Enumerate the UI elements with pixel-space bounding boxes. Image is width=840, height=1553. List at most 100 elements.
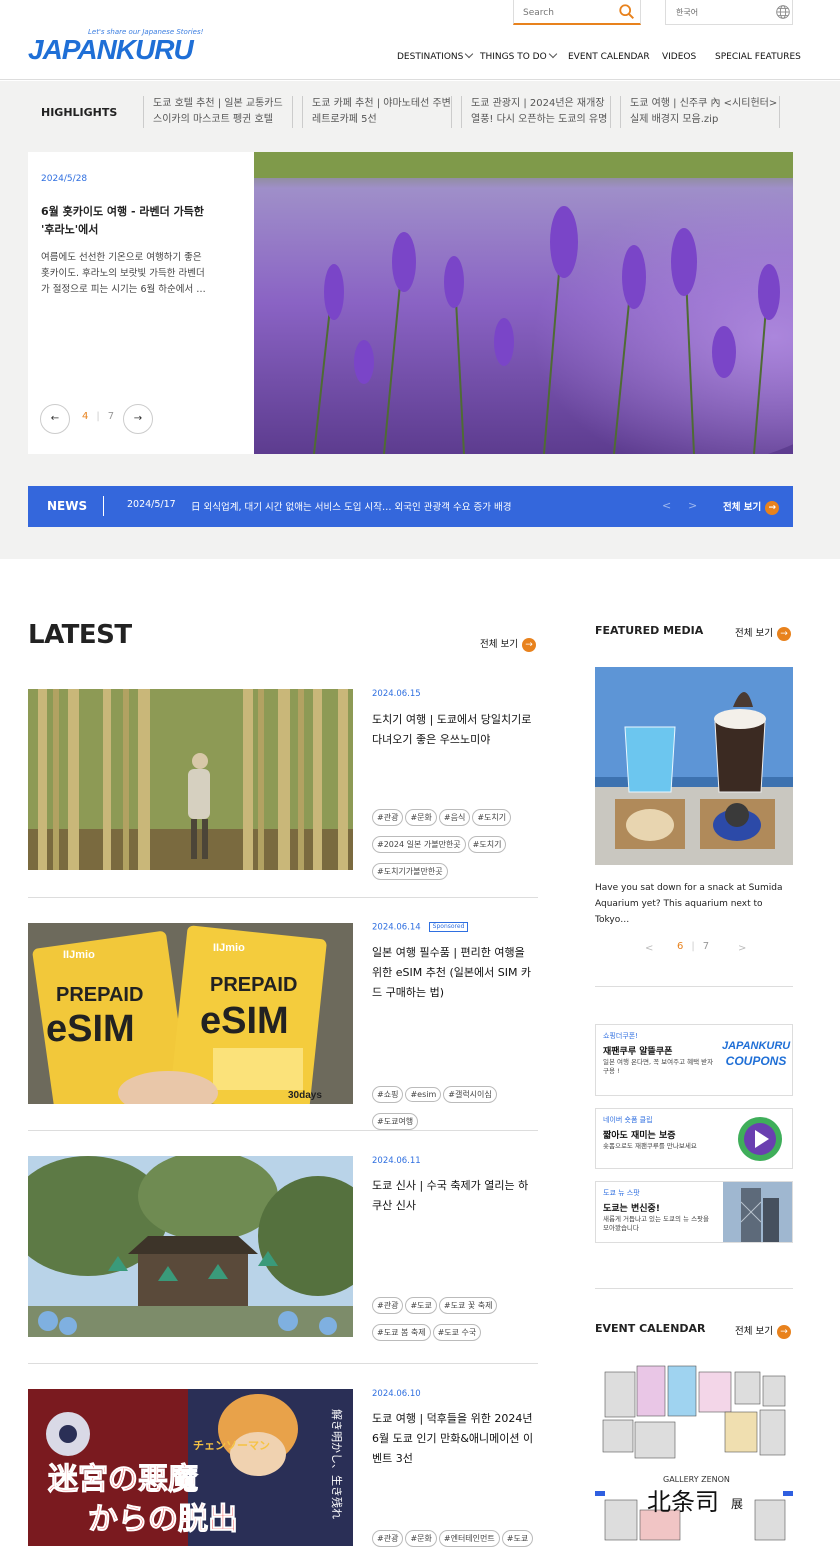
site-logo[interactable]: Let's share our Japanese Stories! JAPANK… xyxy=(28,28,203,68)
highlight-item[interactable]: 도쿄 호텔 추천 | 일본 교통카드 스이카의 마스코트 펭귄 호텔 xyxy=(143,96,293,128)
featured-media-caption[interactable]: Have you sat down for a snack at Sumida … xyxy=(595,880,793,928)
hero-prev-button[interactable]: ← xyxy=(40,404,70,434)
poster-main-text: からの脱出 xyxy=(88,1502,238,1537)
hero-title[interactable]: 6월 홋카이도 여행 - 라벤더 가득한 '후라노'에서 xyxy=(41,203,221,239)
news-prev-button[interactable]: < xyxy=(662,499,671,512)
featured-pager: 6 | 7 xyxy=(677,941,710,952)
arrow-right-icon: → xyxy=(521,637,536,652)
news-date: 2024/5/17 xyxy=(127,499,176,510)
article-title[interactable]: 도쿄 신사 | 수국 축제가 열리는 하쿠산 신사 xyxy=(372,1176,538,1216)
logo-text: JAPANKURU xyxy=(28,34,194,65)
tag[interactable]: #도쿄 xyxy=(405,1297,437,1314)
tag[interactable]: #문화 xyxy=(405,1530,437,1547)
banner-tag: 네이버 숏폼 클립 xyxy=(603,1116,653,1124)
nav-special-features[interactable]: SPECIAL FEATURES xyxy=(715,52,801,62)
article-image-bamboo[interactable] xyxy=(28,689,353,870)
event-poster-image[interactable]: GALLERY ZENON 北条司 展 xyxy=(595,1360,793,1546)
tag[interactable]: #음식 xyxy=(438,809,471,826)
tag[interactable]: #도치기 xyxy=(467,836,507,853)
tag[interactable]: #도쿄 봄 축제 xyxy=(372,1324,431,1341)
esim-brand-text: IIJmio xyxy=(213,942,245,954)
esim-days-text: 30days xyxy=(288,1090,322,1101)
article-image-chainsaw-man[interactable]: チェンソーマン 迷宮の悪魔 からの脱出 解き明かし、生き残れ xyxy=(28,1389,353,1546)
highlight-item[interactable]: 도쿄 관광지 | 2024년은 재개장 열풍! 다시 오픈하는 도쿄의 유명 … xyxy=(461,96,611,128)
featured-prev-button[interactable]: < xyxy=(645,943,653,954)
banner-tag: 쇼핑더쿠폰! xyxy=(603,1032,639,1040)
tag[interactable]: #관광 xyxy=(372,1297,404,1314)
pager-current: 4 xyxy=(82,411,89,422)
pager-total: 7 xyxy=(107,411,115,422)
article-tags: #관광 #문화 #음식 #도치기#2024 일본 가볼만한곳 #도치기#도치기가볼만한곳 xyxy=(372,805,538,886)
latest-heading: LATEST xyxy=(28,620,132,650)
featured-see-all-link[interactable]: 전체 보기 → xyxy=(735,625,791,641)
article-image-esim[interactable]: IIJmio IIJmio PREPAID PREPAID eSIM eSIM … xyxy=(28,923,353,1104)
esim-text: eSIM xyxy=(46,1008,135,1050)
nav-destinations[interactable]: DESTINATIONS xyxy=(397,49,474,62)
article-date: 2024.06.14 Sponsored xyxy=(372,922,469,933)
tag[interactable]: #문화 xyxy=(405,809,437,826)
highlight-item[interactable]: 도쿄 카페 추천 | 야마노테선 주변 레트로카페 5선 xyxy=(302,96,452,128)
poster-main-text: 迷宮の悪魔 xyxy=(48,1462,198,1497)
nav-videos[interactable]: VIDEOS xyxy=(662,52,696,62)
search-icon[interactable] xyxy=(618,3,636,21)
divider xyxy=(28,1363,538,1364)
tag[interactable]: #도쿄여행 xyxy=(372,1113,419,1130)
news-see-all-link[interactable]: 전체 보기 → xyxy=(723,499,780,515)
arrow-right-icon: → xyxy=(133,413,143,424)
tag[interactable]: #도치기 xyxy=(472,809,512,826)
tag[interactable]: #도쿄 xyxy=(501,1530,534,1547)
tag[interactable]: #엔터테인먼트 xyxy=(438,1530,500,1547)
article-date: 2024.06.15 xyxy=(372,689,421,699)
featured-next-button[interactable]: > xyxy=(738,943,746,954)
tag[interactable]: #2024 일본 가볼만한곳 xyxy=(372,836,466,853)
poster-gallery-text: GALLERY ZENON xyxy=(663,1475,730,1484)
banner-title: 재팬쿠루 알뜰쿠폰 xyxy=(603,1047,673,1057)
esim-text: eSIM xyxy=(200,1000,289,1042)
banner-subtitle: 숏폼으로도 재팬쿠루를 만나보세요 xyxy=(603,1142,697,1150)
tag[interactable]: #도쿄 꽃 축제 xyxy=(438,1297,498,1314)
banner-subtitle: 새롭게 거듭나고 있는 도쿄의 뉴 스팟을 모아봤습니다 xyxy=(603,1215,710,1232)
tag[interactable]: #esim xyxy=(405,1087,442,1102)
nav-event-calendar[interactable]: EVENT CALENDAR xyxy=(568,52,650,62)
highlights-label: HIGHLIGHTS xyxy=(41,106,118,119)
chevron-down-icon xyxy=(465,49,474,59)
latest-see-all-link[interactable]: 전체 보기 → xyxy=(480,636,536,652)
article-image-shrine[interactable] xyxy=(28,1156,353,1337)
site-header: Let's share our Japanese Stories! JAPANK… xyxy=(0,0,840,80)
tag[interactable]: #관광 xyxy=(372,1530,404,1547)
banner-title: 도쿄는 변신중! xyxy=(603,1204,660,1214)
language-selector[interactable]: 한국어 xyxy=(665,0,793,25)
pager-total: 7 xyxy=(702,941,710,952)
news-headline[interactable]: 日 외식업계, 대기 시간 없애는 서비스 도입 시작… 외국인 관광객 수요 … xyxy=(191,499,511,513)
banner-subtitle: 일본 여행 온다면, 꼭 보여주고 혜택 받자구용 ! xyxy=(603,1058,714,1075)
banner-tokyo-new-spot[interactable]: 도쿄 뉴 스팟 도쿄는 변신중! 새롭게 거듭나고 있는 도쿄의 뉴 스팟을 모… xyxy=(595,1181,793,1243)
article-title[interactable]: 일본 여행 필수품 | 편리한 여행을 위한 eSIM 추천 (일본에서 SIM… xyxy=(372,943,538,1003)
event-see-all-link[interactable]: 전체 보기 → xyxy=(735,1323,791,1339)
event-calendar-heading: EVENT CALENDAR xyxy=(595,1322,706,1335)
esim-prepaid-text: PREPAID xyxy=(56,984,143,1006)
search-input[interactable] xyxy=(514,2,614,24)
article-title[interactable]: 도치기 여행 | 도쿄에서 당일치기로 다녀오기 좋은 우쓰노미야 xyxy=(372,710,538,750)
tag[interactable]: #도쿄 수국 xyxy=(432,1324,482,1341)
tag[interactable]: #도치기가볼만한곳 xyxy=(372,863,448,880)
chevron-down-icon xyxy=(548,49,557,59)
tag[interactable]: #쇼핑 xyxy=(372,1086,404,1103)
article-title[interactable]: 도쿄 여행 | 덕후들을 위한 2024년 6월 도쿄 인기 만화&애니메이션 … xyxy=(372,1409,538,1469)
hero-date: 2024/5/28 xyxy=(41,174,88,184)
featured-media-image[interactable] xyxy=(595,667,793,865)
hero-image-lavender[interactable] xyxy=(254,152,793,454)
hero-next-button[interactable]: → xyxy=(123,404,153,434)
news-ticker: NEWS 2024/5/17 日 외식업계, 대기 시간 없애는 서비스 도입 … xyxy=(28,486,793,527)
poster-vertical-text: 解き明かし、生き残れ xyxy=(330,1409,344,1519)
see-all-label: 전체 보기 xyxy=(735,628,773,639)
tag[interactable]: #갤럭시이심 xyxy=(443,1086,497,1103)
highlight-item[interactable]: 도쿄 여행 | 신주쿠 內 <시티헌터> 실제 배경지 모음.zip xyxy=(620,96,780,128)
nav-label: DESTINATIONS xyxy=(397,52,464,62)
banner-coupons[interactable]: 쇼핑더쿠폰! 재팬쿠루 알뜰쿠폰 일본 여행 온다면, 꼭 보여주고 혜택 받자… xyxy=(595,1024,793,1096)
tag[interactable]: #관광 xyxy=(372,809,404,826)
divider xyxy=(28,1130,538,1131)
banner-clip[interactable]: 네이버 숏폼 클립 짧아도 재미는 보증 숏폼으로도 재팬쿠루를 만나보세요 xyxy=(595,1108,793,1169)
nav-things-to-do[interactable]: THINGS TO DO xyxy=(480,49,557,62)
article-tags: #관광 #문화 #엔터테인먼트 #도쿄 xyxy=(372,1526,538,1553)
news-next-button[interactable]: > xyxy=(688,499,697,512)
